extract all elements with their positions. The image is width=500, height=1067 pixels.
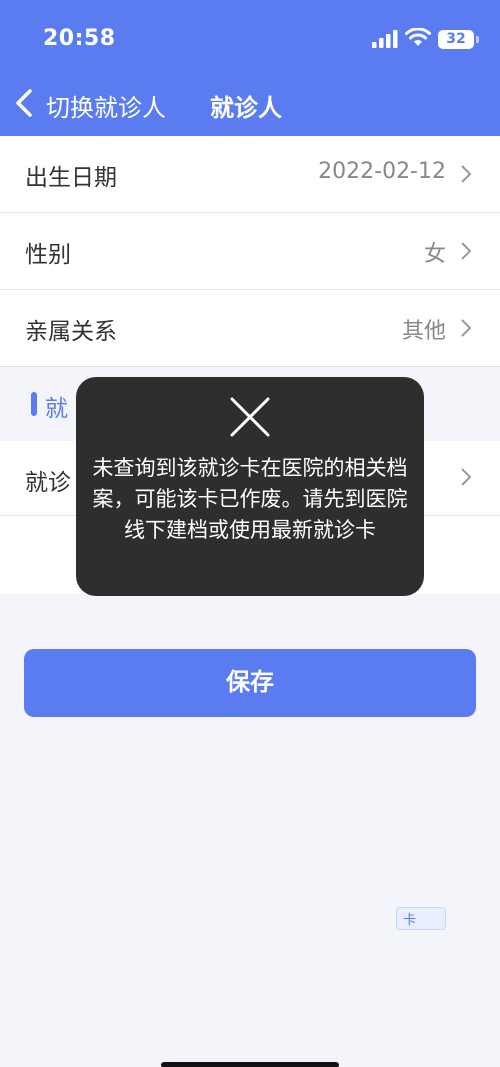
battery-icon: 32 [438,30,474,49]
back-chevron-icon[interactable] [12,88,36,122]
back-button-label[interactable]: 切换就诊人 [46,88,166,123]
birth-date-row[interactable]: 出生日期 2022-02-12 [0,136,500,213]
cellular-signal-icon [372,30,398,52]
row-value: 女 [423,242,446,267]
close-icon [228,395,272,443]
card-tag-badge: 卡 [396,907,446,930]
chevron-right-icon [460,241,472,265]
section-accent-bar [31,392,37,416]
page-title: 就诊人 [210,94,282,122]
home-indicator[interactable] [161,1062,339,1067]
wifi-icon [405,27,431,52]
row-value: 2022-02-12 [318,159,446,184]
row-label: 性别 [25,242,71,268]
row-label: 就诊 [25,470,71,496]
navigation-bar: 切换就诊人 就诊人 [0,80,500,126]
row-label: 亲属关系 [25,319,117,345]
error-toast: 未查询到该就诊卡在医院的相关档案，可能该卡已作废。请先到医院线下建档或使用最新就… [76,377,424,596]
chevron-right-icon [460,467,472,491]
toast-message: 未查询到该就诊卡在医院的相关档案，可能该卡已作废。请先到医院线下建档或使用最新就… [92,456,408,542]
status-time: 20:58 [43,26,116,51]
battery-cap [476,36,479,43]
patient-info-panel: 出生日期 2022-02-12 性别 女 亲属关系 其他 [0,136,500,367]
relationship-row[interactable]: 亲属关系 其他 [0,290,500,367]
row-value: 其他 [401,319,446,344]
gender-row[interactable]: 性别 女 [0,213,500,290]
save-button[interactable]: 保存 [24,649,476,717]
chevron-right-icon [460,164,472,188]
row-label: 出生日期 [25,165,117,191]
section-title: 就 [45,396,68,422]
status-bar: 20:58 32 [0,0,500,80]
chevron-right-icon [460,318,472,342]
